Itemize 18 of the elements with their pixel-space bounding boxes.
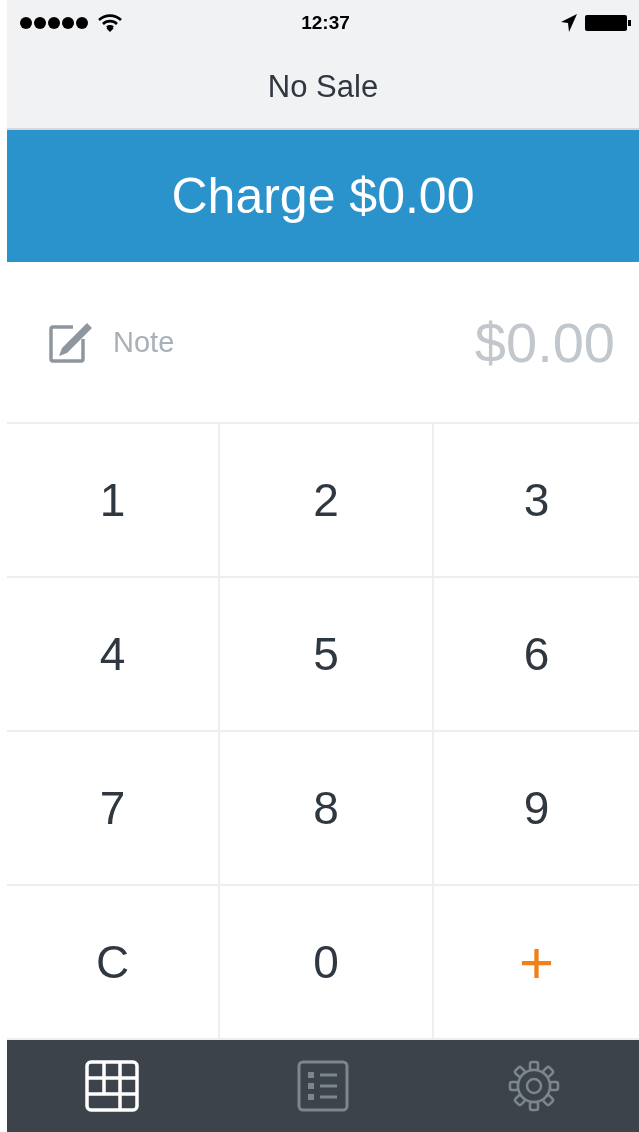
- list-icon: [297, 1060, 349, 1112]
- settings-icon: [507, 1060, 560, 1112]
- digit-key[interactable]: 1: [7, 424, 220, 578]
- clear-key[interactable]: C: [7, 886, 220, 1040]
- digit-key[interactable]: 5: [220, 578, 434, 732]
- digit-key[interactable]: 0: [220, 886, 434, 1040]
- status-time: 12:37: [301, 11, 350, 34]
- digit-key[interactable]: 4: [7, 578, 220, 732]
- nav-title: No Sale: [267, 68, 379, 105]
- digit-key[interactable]: 7: [7, 732, 220, 886]
- keypad-grid-icon: [85, 1060, 140, 1112]
- digit-key[interactable]: 8: [220, 732, 434, 886]
- edit-note-icon[interactable]: [49, 321, 93, 363]
- digit-key[interactable]: 2: [220, 424, 434, 578]
- location-arrow-icon: [561, 13, 577, 32]
- amount-display: $0.00: [474, 309, 615, 375]
- battery-icon: [585, 13, 631, 32]
- wifi-icon: [98, 13, 122, 32]
